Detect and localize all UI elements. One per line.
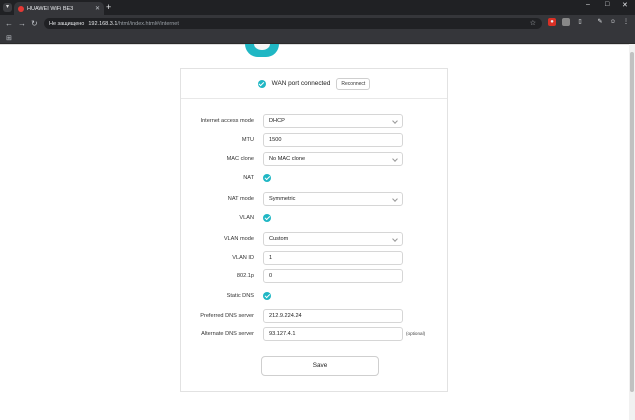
mtu-row: MTU 1500 [181,133,447,147]
vlan-mode-select[interactable]: Custom [263,232,403,246]
apps-grid-icon[interactable]: ⊞ [6,34,12,42]
url-host: 192.168.3.1 [88,20,118,27]
wan-status-bar: WAN port connected Reconnect [181,69,447,99]
save-button[interactable]: Save [261,356,379,376]
static-dns-row: Static DNS [181,289,447,303]
pref-dns-label: Preferred DNS server [200,313,254,319]
mac-clone-label: MAC clone [226,156,254,162]
static-dns-checkbox[interactable] [263,292,271,300]
menu-icon[interactable]: ⋮ [622,18,630,26]
close-tab-icon[interactable]: ✕ [95,5,100,12]
nat-mode-label: NAT mode [227,196,254,202]
side-panel-icon[interactable]: ▯ [576,18,584,26]
pref-dns-row: Preferred DNS server 212.9.224.24 [181,309,447,323]
vlan-checkbox[interactable] [263,214,271,222]
bookmark-star-icon[interactable]: ☆ [530,19,536,27]
mac-clone-select[interactable]: No MAC clone [263,152,403,166]
profile-icon[interactable]: ☺ [609,18,617,26]
url-text[interactable]: 192.168.3.1/html/index.html#/internet [88,21,179,27]
alt-dns-row: Alternate DNS server 93.127.4.1 (optiona… [181,327,447,341]
new-tab-button[interactable]: + [106,2,111,12]
mtu-label: MTU [241,137,254,143]
pref-dns-input[interactable]: 212.9.224.24 [263,309,403,323]
mac-clone-row: MAC clone No MAC clone [181,152,447,166]
scrollbar-thumb[interactable] [630,52,634,392]
access-mode-select[interactable]: DHCP [263,114,403,128]
vlan-mode-row: VLAN mode Custom [181,232,447,246]
p8021-input[interactable]: 0 [263,269,403,283]
extension2-icon[interactable] [562,18,570,26]
back-icon[interactable]: ← [5,19,13,28]
reload-icon[interactable]: ↻ [31,19,38,28]
browser-tab[interactable]: HUAWEI WiFi BE3 ✕ [14,2,104,15]
vlan-label: VLAN [239,215,254,221]
wan-status-text: WAN port connected [271,80,331,87]
tab-title: HUAWEI WiFi BE3 [27,5,74,12]
static-dns-label: Static DNS [226,293,254,299]
url-path: /html/index.html#/internet [117,20,179,27]
p8021-row: 802.1p 0 [181,269,447,283]
mtu-input[interactable]: 1500 [263,133,403,147]
minimize-icon[interactable]: – [586,1,590,8]
connected-check-icon [257,79,266,88]
nat-checkbox[interactable] [263,174,271,182]
close-window-icon[interactable]: ✕ [622,1,628,9]
nat-mode-row: NAT mode Symmetric [181,192,447,206]
optional-note: (optional) [406,331,426,336]
alt-dns-label: Alternate DNS server [201,331,254,337]
address-bar[interactable]: Не защищено 192.168.3.1/html/index.html#… [44,18,542,29]
access-mode-label: Internet access mode [200,118,254,124]
vlan-id-label: VLAN ID [232,255,254,261]
nat-label: NAT [243,175,254,181]
tab-search-icon[interactable]: ▾ [3,3,12,12]
bookmarks-bar: ⊞ [0,32,635,44]
huawei-favicon-icon [18,5,24,12]
vlan-id-row: VLAN ID 1 [181,251,447,265]
customize-icon[interactable]: ✎ [596,18,604,26]
alt-dns-input[interactable]: 93.127.4.1 [263,327,403,341]
not-secure-label[interactable]: Не защищено [49,21,84,27]
forward-icon[interactable]: → [18,19,26,28]
nat-row: NAT [181,171,447,185]
scrollbar[interactable] [629,44,635,420]
browser-titlebar: ▾ HUAWEI WiFi BE3 ✕ + – □ ✕ [0,0,635,15]
maximize-icon[interactable]: □ [605,1,609,8]
vlan-row: VLAN [181,211,447,225]
vlan-mode-label: VLAN mode [223,236,254,242]
p8021-label: 802.1p [236,273,254,279]
nat-mode-select[interactable]: Symmetric [263,192,403,206]
extension-icon[interactable]: ● [548,18,556,26]
reconnect-button[interactable]: Reconnect [336,77,371,90]
access-mode-row: Internet access mode DHCP [181,114,447,128]
vlan-id-input[interactable]: 1 [263,251,403,265]
internet-settings-card: WAN port connected Reconnect Internet ac… [180,68,448,392]
